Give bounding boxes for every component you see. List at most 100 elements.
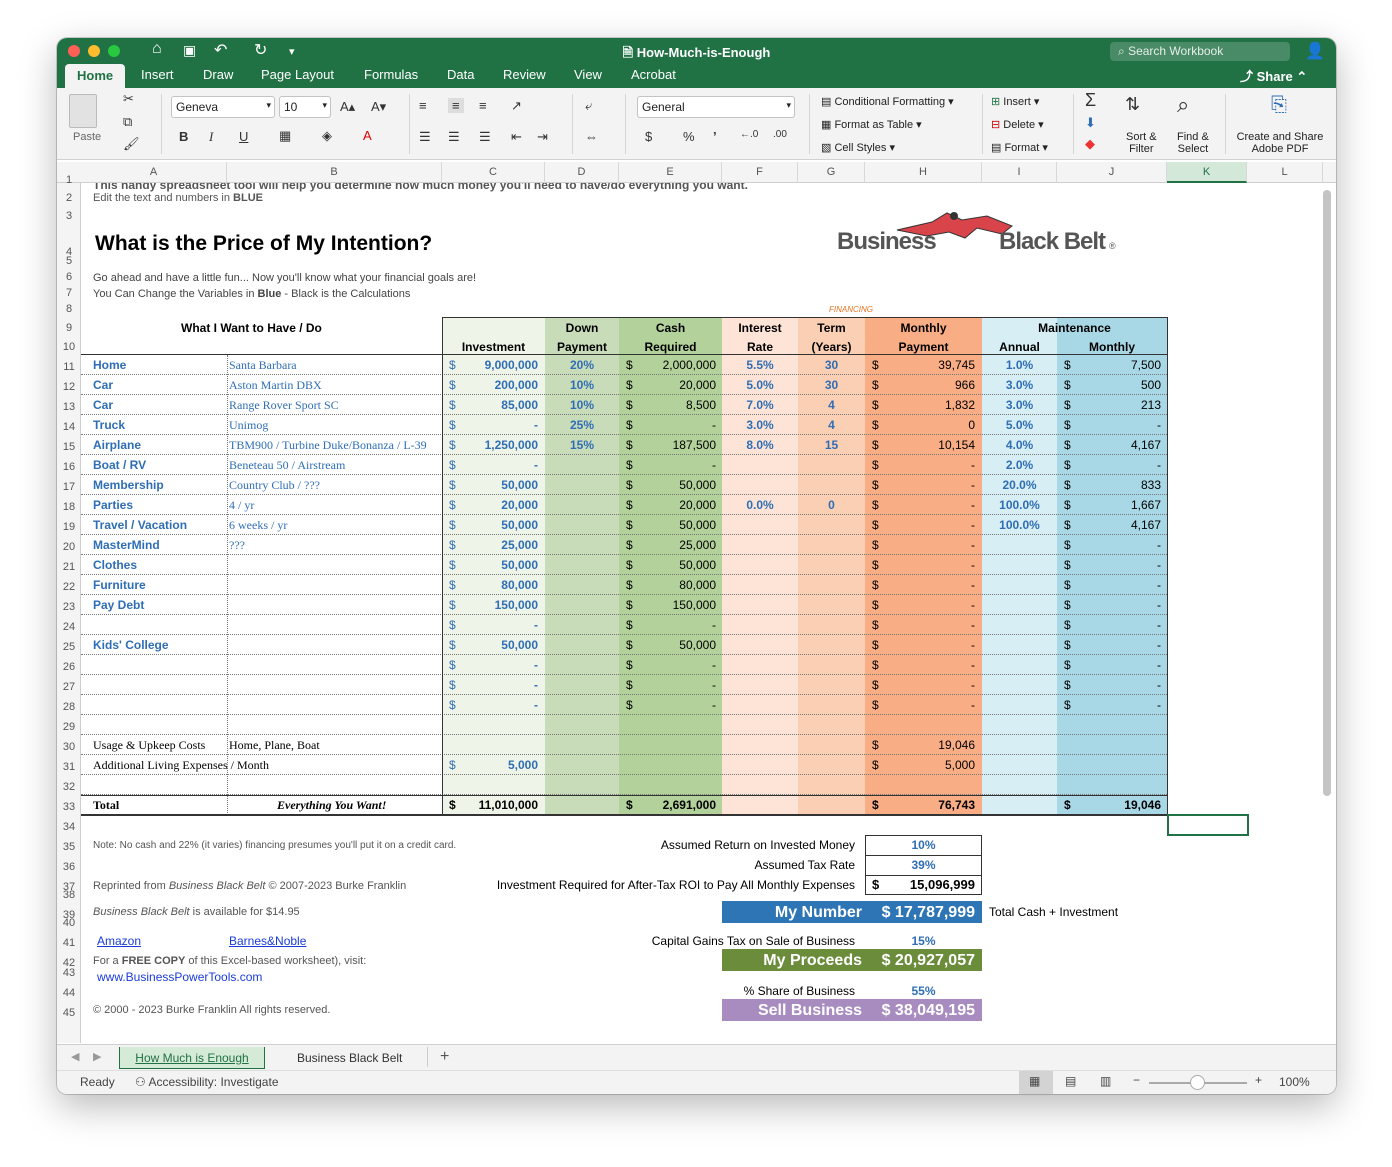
tab-acrobat[interactable]: Acrobat — [631, 67, 676, 82]
amazon-link[interactable]: Amazon — [97, 933, 141, 949]
return-value[interactable]: 10% — [865, 837, 982, 853]
font-color-icon[interactable]: A — [363, 128, 372, 143]
conditional-formatting-button[interactable]: ▤ Conditional Formatting ▾ — [821, 95, 954, 108]
increase-decimal-icon[interactable]: ←.0 — [740, 129, 758, 140]
sort-filter-button[interactable]: Sort & Filter — [1126, 131, 1157, 155]
website-link[interactable]: www.BusinessPowerTools.com — [97, 969, 262, 985]
user-icon[interactable]: 👤 — [1305, 41, 1325, 61]
row-header-2[interactable]: 2 — [57, 192, 81, 204]
add-sheet-button[interactable]: + — [440, 1048, 449, 1066]
row-header-20[interactable]: 20 — [57, 541, 81, 553]
row-header-36[interactable]: 36 — [57, 861, 81, 873]
create-pdf-icon[interactable]: ⎘ — [1271, 94, 1287, 117]
row-header-43[interactable]: 43 — [57, 967, 81, 979]
row-header-27[interactable]: 27 — [57, 681, 81, 693]
increase-indent-icon[interactable]: ⇥ — [537, 129, 548, 145]
column-header-g[interactable]: G — [798, 162, 865, 183]
copy-icon[interactable]: ⧉ — [123, 114, 132, 130]
tab-data[interactable]: Data — [447, 67, 474, 82]
row-header-40[interactable]: 40 — [57, 917, 81, 929]
find-select-button[interactable]: Find & Select — [1177, 131, 1209, 155]
zoom-out-icon[interactable]: − — [1133, 1073, 1140, 1087]
capital-gains-value[interactable]: 15% — [865, 933, 982, 949]
row-header-1[interactable]: 1 — [57, 174, 81, 186]
row-header-13[interactable]: 13 — [57, 401, 81, 413]
prev-sheet-icon[interactable]: ◀ — [71, 1050, 79, 1063]
row-header-18[interactable]: 18 — [57, 501, 81, 513]
column-header-e[interactable]: E — [619, 162, 722, 183]
decrease-indent-icon[interactable]: ⇤ — [511, 129, 522, 145]
zoom-slider-knob[interactable] — [1190, 1075, 1205, 1090]
column-header-h[interactable]: H — [865, 162, 982, 183]
row-header-17[interactable]: 17 — [57, 481, 81, 493]
row-header-7[interactable]: 7 — [57, 287, 81, 299]
merge-center-icon[interactable]: ⇔ — [585, 129, 598, 144]
row-header-14[interactable]: 14 — [57, 421, 81, 433]
row-header-8[interactable]: 8 — [57, 303, 81, 315]
autosum-icon[interactable]: Σ — [1085, 90, 1096, 111]
row-header-32[interactable]: 32 — [57, 781, 81, 793]
column-header-f[interactable]: F — [722, 162, 798, 183]
font-size-select[interactable]: 10 ▾ — [279, 96, 331, 118]
row-header-35[interactable]: 35 — [57, 841, 81, 853]
format-cells-button[interactable]: ▤ Format ▾ — [991, 141, 1048, 154]
column-header-b[interactable]: B — [227, 162, 442, 183]
clear-icon[interactable]: ◆ — [1085, 136, 1095, 152]
share-value[interactable]: 55% — [865, 983, 982, 999]
row-header-3[interactable]: 3 — [57, 210, 81, 222]
format-painter-icon[interactable]: 🖌 — [123, 136, 140, 152]
row-header-30[interactable]: 30 — [57, 741, 81, 753]
share-button[interactable]: ⤴ Share ⌃ — [1240, 66, 1307, 85]
selected-cell-k34[interactable] — [1167, 814, 1249, 836]
row-header-41[interactable]: 41 — [57, 937, 81, 949]
zoom-in-icon[interactable]: + — [1255, 1073, 1262, 1087]
column-header-d[interactable]: D — [545, 162, 619, 183]
wrap-text-icon[interactable]: ⤶ — [585, 98, 592, 114]
row-header-34[interactable]: 34 — [57, 821, 81, 833]
row-header-29[interactable]: 29 — [57, 721, 81, 733]
borders-icon[interactable]: ▦ — [279, 128, 291, 144]
row-header-26[interactable]: 26 — [57, 661, 81, 673]
align-left-icon[interactable]: ☰ — [419, 129, 431, 145]
cell-styles-button[interactable]: ▧ Cell Styles ▾ — [821, 141, 895, 154]
row-header-19[interactable]: 19 — [57, 521, 81, 533]
align-center-icon[interactable]: ☰ — [448, 129, 460, 145]
bold-button[interactable]: B — [179, 129, 188, 144]
align-right-icon[interactable]: ☰ — [479, 129, 491, 145]
cut-icon[interactable]: ✂ — [123, 91, 134, 107]
increase-font-icon[interactable]: A▴ — [340, 99, 355, 115]
row-header-31[interactable]: 31 — [57, 761, 81, 773]
number-format-select[interactable]: General ▾ — [637, 96, 795, 118]
tab-review[interactable]: Review — [503, 67, 546, 82]
row-header-45[interactable]: 45 — [57, 1007, 81, 1019]
vertical-scrollbar[interactable] — [1323, 190, 1331, 796]
decrease-font-icon[interactable]: A▾ — [371, 99, 386, 115]
underline-button[interactable]: U — [239, 129, 248, 144]
decrease-decimal-icon[interactable]: .00 — [773, 129, 787, 140]
align-bottom-icon[interactable]: ≡ — [479, 98, 487, 113]
column-header-c[interactable]: C — [442, 162, 545, 183]
comma-button[interactable]: ’ — [713, 129, 717, 144]
currency-button[interactable]: $ — [645, 129, 652, 144]
page-break-view-icon[interactable]: ▥ — [1100, 1074, 1111, 1088]
create-share-pdf-button[interactable]: Create and Share Adobe PDF — [1236, 131, 1324, 155]
tab-page-layout[interactable]: Page Layout — [261, 67, 334, 82]
row-header-28[interactable]: 28 — [57, 701, 81, 713]
column-header-l[interactable]: L — [1247, 162, 1323, 183]
row-header-10[interactable]: 10 — [57, 341, 81, 353]
format-as-table-button[interactable]: ▦ Format as Table ▾ — [821, 118, 922, 131]
row-header-22[interactable]: 22 — [57, 581, 81, 593]
sheet-tab-how-much[interactable]: How Much is Enough — [119, 1047, 265, 1069]
row-header-12[interactable]: 12 — [57, 381, 81, 393]
fill-icon[interactable]: ⬇ — [1085, 115, 1096, 131]
barnes-noble-link[interactable]: Barnes&Noble — [229, 933, 306, 949]
insert-cells-button[interactable]: ⊞ Insert ▾ — [991, 95, 1039, 108]
row-header-23[interactable]: 23 — [57, 601, 81, 613]
sort-filter-icon[interactable]: ⇅ — [1125, 94, 1140, 115]
tab-draw[interactable]: Draw — [203, 67, 233, 82]
row-header-25[interactable]: 25 — [57, 641, 81, 653]
align-middle-icon[interactable]: ≡ — [448, 98, 464, 113]
find-select-icon[interactable]: ⌕ — [1177, 92, 1189, 118]
italic-button[interactable]: I — [209, 129, 213, 145]
row-header-9[interactable]: 9 — [57, 322, 81, 334]
